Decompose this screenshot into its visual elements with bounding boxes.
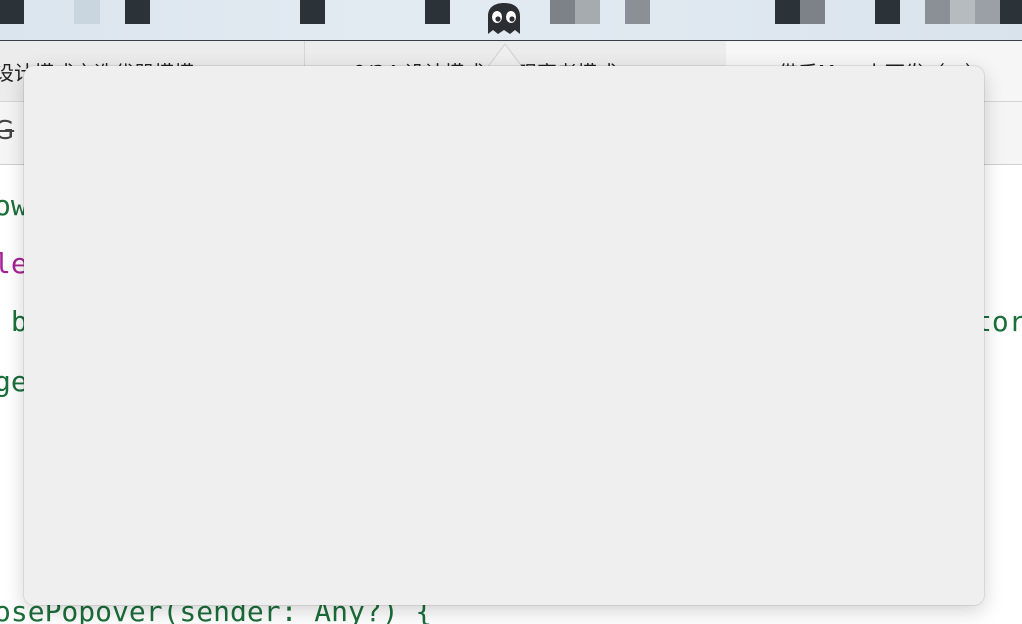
popover-arrow: [487, 43, 523, 68]
menu-bar-item[interactable]: [950, 0, 975, 24]
menu-bar: [0, 0, 1022, 41]
menu-bar-item[interactable]: [74, 0, 100, 24]
menu-bar-item[interactable]: [975, 0, 1000, 24]
menu-bar-item[interactable]: [0, 0, 24, 24]
screen: 设计模式之迭代器模模 0/24 设计模式 — 观察者模式 借乎Mac 上下发（一…: [0, 0, 1022, 624]
menu-bar-item[interactable]: [425, 0, 450, 24]
menu-bar-item[interactable]: [1000, 0, 1022, 24]
toolbar-glyph[interactable]: G: [0, 116, 14, 146]
menu-bar-item[interactable]: [550, 0, 575, 24]
menu-bar-item[interactable]: [625, 0, 650, 24]
menu-bar-item[interactable]: [800, 0, 825, 24]
menu-bar-item[interactable]: [300, 0, 325, 24]
status-popover[interactable]: [24, 66, 984, 605]
ghost-icon[interactable]: [486, 2, 522, 36]
menu-bar-item[interactable]: [925, 0, 950, 24]
menu-bar-item[interactable]: [125, 0, 150, 24]
menu-bar-item[interactable]: [875, 0, 900, 24]
menu-bar-item[interactable]: [775, 0, 800, 24]
menu-bar-item[interactable]: [575, 0, 600, 24]
